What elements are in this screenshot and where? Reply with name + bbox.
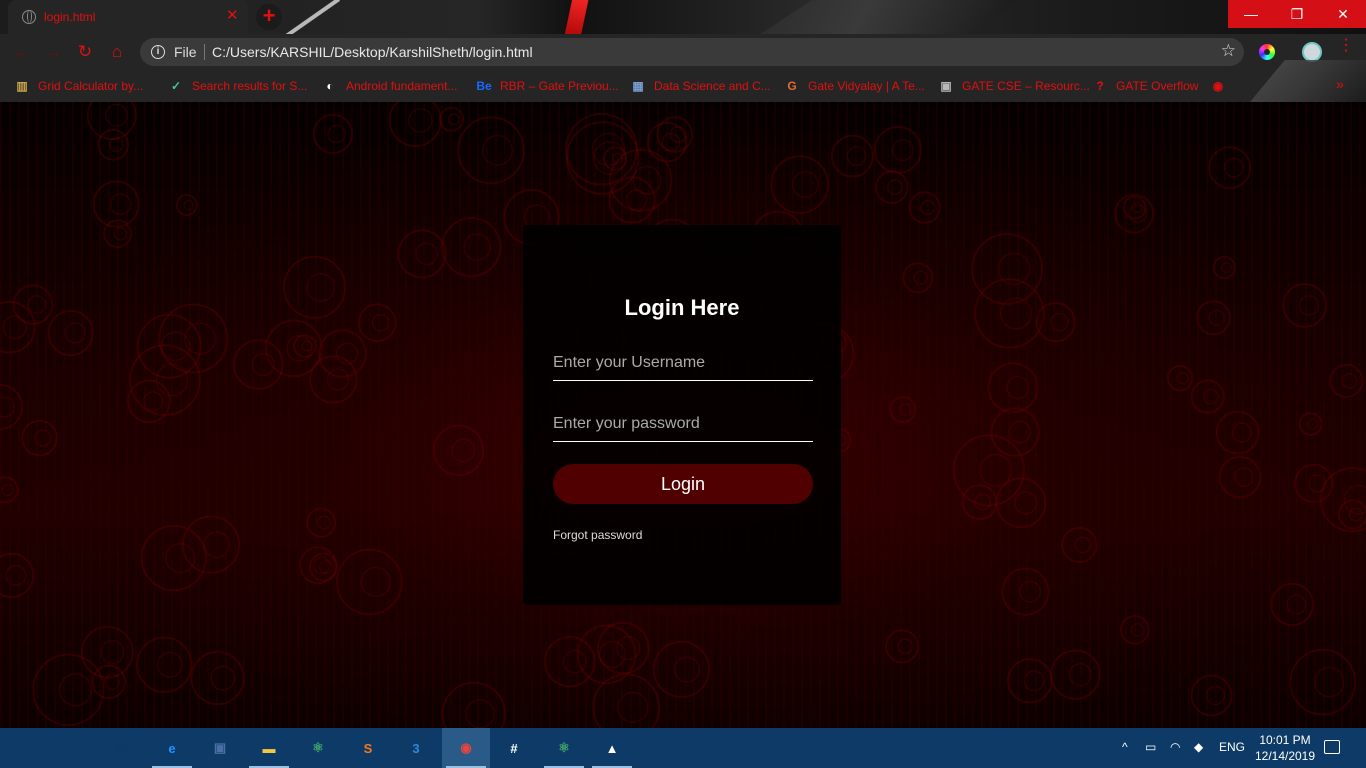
taskbar-atom-2-button[interactable]: ⚛	[540, 728, 588, 768]
browser-tab-strip: login.html ✕ +	[0, 0, 1366, 34]
minimize-button[interactable]: —	[1228, 0, 1274, 28]
start-icon: ⊞	[18, 740, 30, 755]
taskbar-store-button[interactable]: 🛍	[98, 728, 146, 768]
restore-button[interactable]: ❐	[1274, 0, 1320, 28]
bookmark-label: RBR – Gate Previou...	[500, 79, 619, 93]
bookmark-item[interactable]: ✓ Search results for S...	[168, 77, 307, 95]
forward-button[interactable]: →	[42, 42, 64, 62]
taskbar-chrome-button[interactable]: ◉	[442, 728, 490, 768]
theme-decoration	[561, 0, 591, 34]
reload-button[interactable]: ↻	[74, 42, 96, 62]
browser-menu-icon[interactable]: ⋮	[1338, 38, 1354, 62]
windows-taskbar: ⊞ ❐ 🛍 e ▣ ▬ ⚛ S 3 ◉ # ⚛ ▲ ^ ▭ ◠ ◆ ENG 10:01 PM 12/14…	[0, 728, 1366, 768]
forgot-password-link[interactable]: Forgot password	[553, 528, 642, 542]
bookmark-label: Android fundament...	[346, 79, 458, 93]
page-background: Login Here Login Forgot password	[0, 102, 1366, 728]
bookmark-label: GATE CSE – Resourc...	[962, 79, 1090, 93]
virtualbox-icon: ▣	[213, 740, 227, 755]
bookmark-item[interactable]: ? GATE Overflow	[1092, 77, 1198, 95]
clock-date: 12/14/2019	[1254, 749, 1316, 763]
address-bar[interactable]: i File C:/Users/KARSHIL/Desktop/KarshilS…	[140, 38, 1244, 66]
bookmarks-overflow-icon[interactable]: »	[1336, 76, 1344, 92]
language-indicator[interactable]: ENG	[1219, 740, 1245, 754]
task-view-icon: ❐	[66, 740, 78, 755]
css3-icon: 3	[412, 740, 420, 756]
login-heading: Login Here	[624, 295, 740, 320]
bookmark-favicon-icon: G	[787, 79, 797, 93]
photos-icon: ▲	[605, 740, 619, 756]
bookmark-favicon-icon: ✓	[170, 79, 182, 93]
tab-close-icon[interactable]: ✕	[226, 8, 239, 23]
bookmark-item[interactable]: ◐ Android fundament...	[322, 77, 457, 95]
bookmark-label: Grid Calculator by...	[38, 79, 144, 93]
home-button[interactable]: ⌂	[106, 42, 128, 62]
system-clock[interactable]: 10:01 PM 12/14/2019	[1250, 732, 1320, 764]
action-center-icon[interactable]	[1324, 740, 1340, 754]
store-icon: 🛍	[113, 740, 131, 755]
bookmark-favicon-icon: Be	[476, 79, 492, 93]
bookmark-favicon-icon: ?	[1096, 79, 1104, 93]
scheme-label: File	[174, 44, 197, 60]
bookmarks-bar: ▥ Grid Calculator by... ✓ Search results…	[0, 70, 1366, 102]
wifi-icon[interactable]: ◠	[1170, 740, 1180, 754]
theme-decoration	[760, 0, 1020, 34]
taskbar-virtualbox-button[interactable]: ▣	[196, 728, 244, 768]
slack-icon: #	[510, 740, 518, 756]
edge-icon: e	[168, 740, 176, 756]
url-text[interactable]: C:/Users/KARSHIL/Desktop/KarshilSheth/lo…	[212, 44, 533, 60]
chrome-icon: ◉	[460, 740, 472, 755]
profile-avatar[interactable]	[1302, 42, 1322, 62]
bookmark-item[interactable]: ▦ Data Science and C...	[630, 77, 771, 95]
browser-tab[interactable]: login.html ✕	[8, 0, 248, 34]
taskbar-slack-button[interactable]: #	[490, 728, 538, 768]
atom-2-icon: ⚛	[558, 740, 570, 755]
clock-time: 10:01 PM	[1259, 733, 1311, 747]
bookmark-item[interactable]: ▣ GATE CSE – Resourc...	[938, 77, 1090, 95]
new-tab-button[interactable]: +	[256, 4, 282, 30]
sublime-icon: S	[363, 740, 373, 756]
tray-chevron-icon[interactable]: ^	[1122, 740, 1128, 754]
login-form: Login Here Login Forgot password	[523, 225, 841, 605]
close-window-button[interactable]: ✕	[1320, 0, 1366, 28]
bookmark-item[interactable]: Be RBR – Gate Previou...	[476, 77, 619, 95]
atom-icon: ⚛	[312, 740, 324, 755]
screen: login.html ✕ + — ❐ ✕ ← → ↻ ⌂ i File C:/U…	[0, 0, 1366, 768]
password-input[interactable]	[553, 406, 813, 442]
taskbar-start-button[interactable]: ⊞	[0, 728, 48, 768]
bookmark-favicon-icon: ▥	[16, 79, 28, 93]
battery-icon[interactable]: ▭	[1145, 740, 1156, 754]
bookmark-item[interactable]: G Gate Vidyalay | A Te...	[784, 77, 925, 95]
browser-toolbar: ← → ↻ ⌂ i File C:/Users/KARSHIL/Desktop/…	[0, 34, 1366, 70]
tab-title: login.html	[44, 10, 96, 24]
bookmark-favicon-icon: ▣	[940, 79, 952, 93]
taskbar-task-view-button[interactable]: ❐	[48, 728, 96, 768]
bookmark-item[interactable]: ▥ Grid Calculator by...	[14, 77, 143, 95]
taskbar-atom-button[interactable]: ⚛	[294, 728, 342, 768]
globe-icon	[22, 10, 36, 24]
bookmark-label: Data Science and C...	[654, 79, 771, 93]
login-button[interactable]: Login	[553, 464, 813, 504]
address-separator	[204, 44, 205, 60]
bookmark-favicon-icon: ◐	[326, 79, 334, 93]
bookmark-label: GATE Overflow	[1116, 79, 1199, 93]
bookmark-favicon-icon: ◉	[1212, 79, 1224, 93]
bookmark-label: Search results for S...	[192, 79, 308, 93]
bookmark-star-icon[interactable]: ☆	[1221, 41, 1236, 61]
file-explorer-icon: ▬	[262, 740, 276, 756]
bookmark-label: Gate Vidyalay | A Te...	[808, 79, 925, 93]
taskbar-edge-button[interactable]: e	[148, 728, 196, 768]
back-button[interactable]: ←	[10, 42, 32, 62]
bookmark-item[interactable]: ◉	[1210, 77, 1234, 95]
username-input[interactable]	[553, 345, 813, 381]
taskbar-sublime-button[interactable]: S	[344, 728, 392, 768]
taskbar-photos-button[interactable]: ▲	[588, 728, 636, 768]
site-info-icon[interactable]: i	[151, 45, 165, 59]
taskbar-css3-button[interactable]: 3	[392, 728, 440, 768]
color-picker-extension-icon[interactable]	[1259, 44, 1275, 60]
dropbox-icon[interactable]: ◆	[1194, 740, 1203, 754]
taskbar-file-explorer-button[interactable]: ▬	[245, 728, 293, 768]
bookmark-favicon-icon: ▦	[632, 79, 644, 93]
